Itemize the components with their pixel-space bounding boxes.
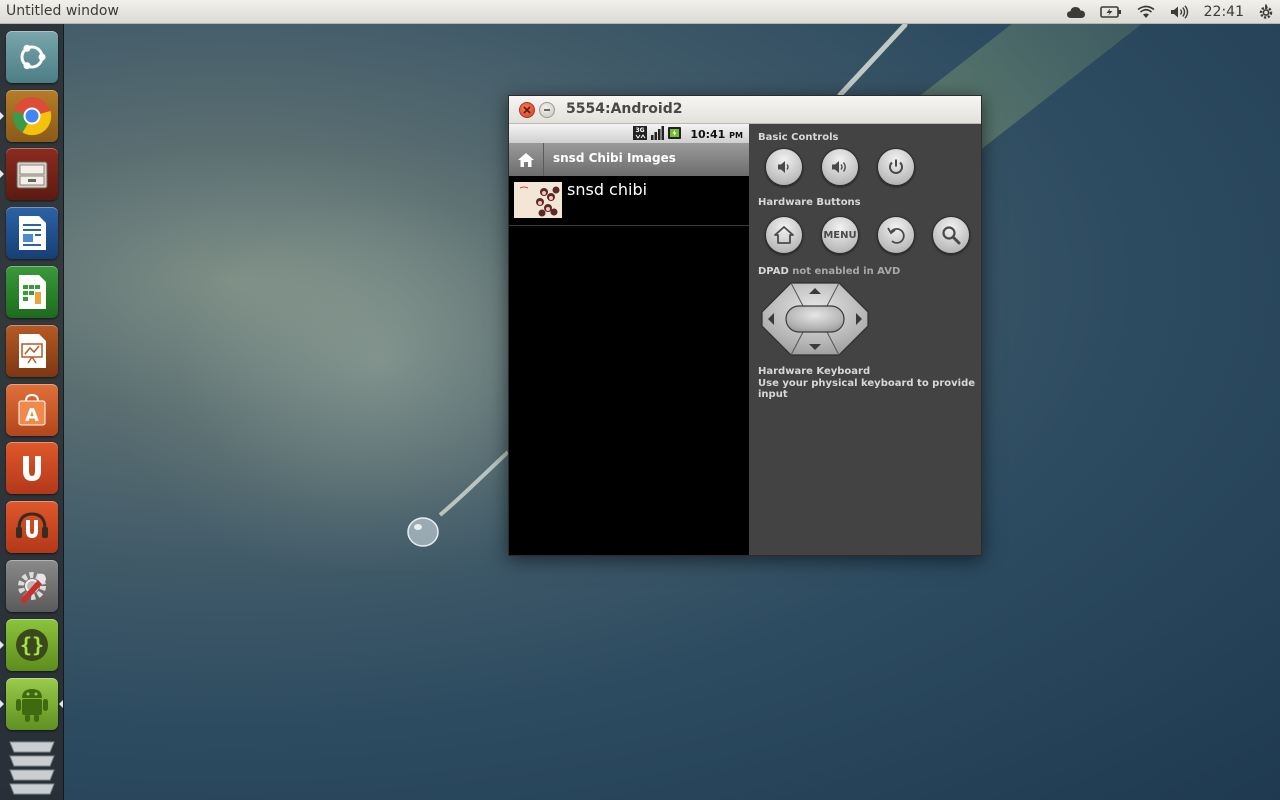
keyboard-description: Use your physical keyboard to provide in… xyxy=(758,378,976,400)
power-gear-icon[interactable] xyxy=(1258,0,1274,24)
brackets-icon[interactable]: {} xyxy=(6,619,58,671)
app-home-button[interactable] xyxy=(509,143,544,176)
minimize-icon xyxy=(544,109,550,111)
writer-icon[interactable] xyxy=(6,207,58,259)
focused-indicator xyxy=(59,700,63,708)
hw-back-button[interactable] xyxy=(877,216,915,254)
volume-down-button[interactable] xyxy=(765,148,803,186)
hw-menu-button[interactable]: MENU xyxy=(821,216,859,254)
workspace-switcher-icon[interactable] xyxy=(6,734,58,800)
dpad-control[interactable] xyxy=(761,282,869,356)
hw-search-button[interactable] xyxy=(932,216,970,254)
close-icon xyxy=(523,106,531,114)
impress-icon[interactable] xyxy=(6,325,58,377)
dpad-note: not enabled in AVD xyxy=(792,266,901,277)
power-button[interactable] xyxy=(877,148,915,186)
svg-text:A: A xyxy=(25,405,39,426)
close-button[interactable] xyxy=(519,102,535,118)
home-icon xyxy=(774,226,794,244)
system-tray: 22:41 xyxy=(1066,0,1274,24)
dpad-label: DPAD not enabled in AVD xyxy=(758,266,900,277)
search-icon xyxy=(942,226,961,245)
dpad-label-text: DPAD xyxy=(758,266,789,277)
ubuntu-one-music-icon[interactable] xyxy=(6,501,58,553)
emulator-window: 5554:Android2 3G 10:41 PM snsd Chibi Ima… xyxy=(508,95,982,556)
hw-home-button[interactable] xyxy=(765,216,803,254)
menu-button-label: MENU xyxy=(823,229,857,241)
ubuntu-one-icon[interactable] xyxy=(6,442,58,494)
minimize-button[interactable] xyxy=(539,102,555,118)
running-indicator xyxy=(0,700,4,708)
top-panel: Untitled window 22:41 xyxy=(0,0,1280,24)
emulator-controls: Basic Controls Hardware Buttons MENU DPA… xyxy=(749,124,981,555)
svg-text:3G: 3G xyxy=(636,127,645,134)
battery-icon[interactable] xyxy=(1099,0,1122,24)
cloud-icon[interactable] xyxy=(1066,0,1086,24)
volume-down-icon xyxy=(778,161,789,173)
android-clock-ampm: PM xyxy=(729,131,743,140)
file-manager-icon[interactable] xyxy=(6,148,58,200)
active-window-title: Untitled window xyxy=(6,3,119,19)
wifi-icon[interactable] xyxy=(1136,0,1156,24)
list-item[interactable]: snsd chibi xyxy=(509,176,749,226)
hardware-buttons-label: Hardware Buttons xyxy=(758,197,861,208)
keyboard-title: Hardware Keyboard xyxy=(758,366,871,377)
svg-text:{}: {} xyxy=(20,633,44,657)
list-item-label: snsd chibi xyxy=(567,180,648,199)
chrome-icon[interactable] xyxy=(6,90,58,142)
ubuntu-dash-icon[interactable] xyxy=(6,31,58,83)
running-indicator xyxy=(0,112,4,120)
clock[interactable]: 22:41 xyxy=(1204,0,1244,24)
android-action-bar: snsd Chibi Images xyxy=(509,143,749,176)
running-indicator xyxy=(0,170,4,178)
basic-controls-label: Basic Controls xyxy=(758,132,839,143)
thumbnail-image xyxy=(514,182,562,218)
volume-up-icon xyxy=(832,161,846,173)
volume-icon[interactable] xyxy=(1170,0,1190,24)
system-settings-icon[interactable] xyxy=(6,560,58,612)
android-clock: 10:41 xyxy=(690,128,726,141)
software-center-icon[interactable]: A xyxy=(6,384,58,436)
emulator-title: 5554:Android2 xyxy=(566,101,683,117)
launcher: A {} xyxy=(0,24,64,800)
signal-icon xyxy=(650,125,665,144)
app-title: snsd Chibi Images xyxy=(553,151,676,165)
3g-icon: 3G xyxy=(633,125,648,144)
android-status-bar: 3G 10:41 PM xyxy=(509,124,749,143)
back-icon xyxy=(887,227,905,244)
android-icon[interactable] xyxy=(6,678,58,730)
android-screen[interactable]: 3G 10:41 PM snsd Chibi Images snsd chibi xyxy=(509,124,749,555)
home-icon xyxy=(518,152,534,167)
emulator-titlebar[interactable]: 5554:Android2 xyxy=(509,96,981,124)
volume-up-button[interactable] xyxy=(821,148,859,186)
calc-icon[interactable] xyxy=(6,266,58,318)
running-indicator xyxy=(0,641,4,649)
power-icon xyxy=(889,159,903,174)
battery-charging-icon xyxy=(667,125,683,144)
